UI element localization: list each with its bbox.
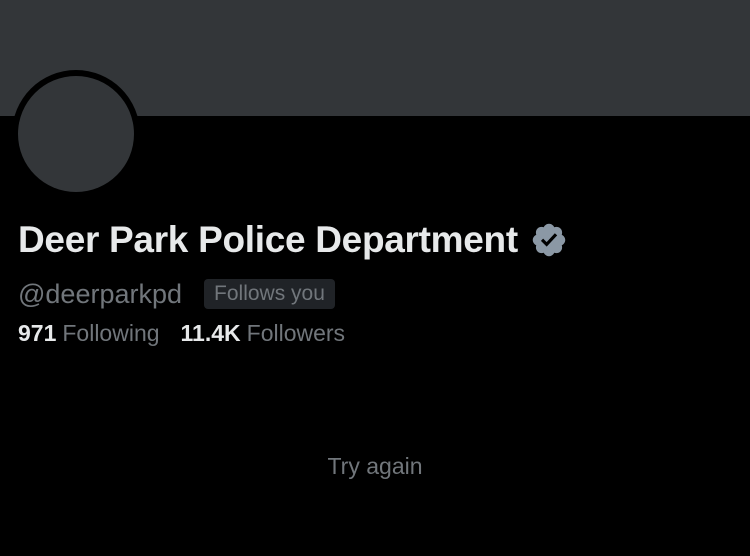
display-name: Deer Park Police Department [18, 219, 518, 260]
following-link[interactable]: 971 Following [18, 320, 160, 347]
profile-handle: @deerparkpd [18, 278, 183, 309]
handle-row: @deerparkpd Follows you [18, 276, 335, 312]
verified-badge-icon[interactable] [530, 221, 568, 259]
following-label: Following [62, 319, 160, 346]
followers-label: Followers [246, 319, 346, 346]
followers-count: 11.4K [180, 319, 241, 346]
following-count: 971 [18, 319, 57, 346]
profile-name-row: Deer Park Police Department [18, 216, 568, 264]
profile-stats: 971 Following 11.4K Followers [18, 318, 345, 348]
avatar[interactable] [12, 70, 140, 198]
followers-link[interactable]: 11.4K Followers [181, 320, 346, 347]
try-again-button[interactable]: Try again [0, 453, 750, 480]
avatar-image [18, 76, 134, 192]
follows-you-badge: Follows you [204, 279, 335, 309]
